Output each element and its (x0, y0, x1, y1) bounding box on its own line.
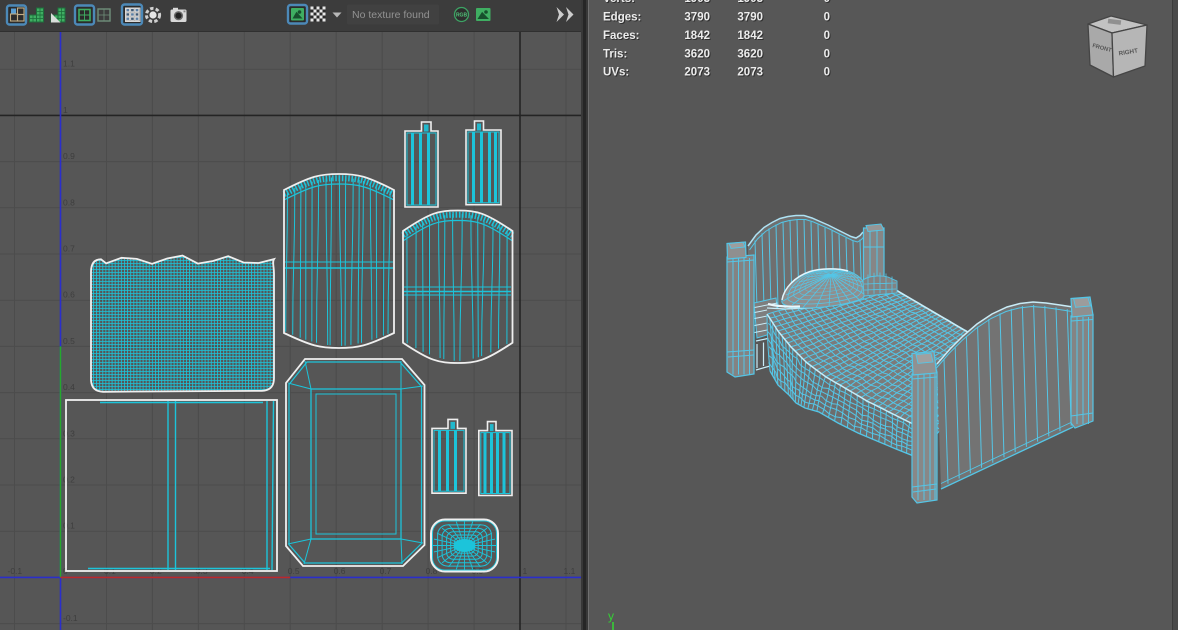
svg-text:1: 1 (63, 105, 68, 115)
svg-text:UVs:: UVs: (603, 67, 629, 79)
svg-text:0.5: 0.5 (63, 336, 75, 346)
svg-text:0: 0 (824, 12, 830, 24)
svg-text:0.7: 0.7 (380, 566, 392, 576)
svg-text:Faces:: Faces: (603, 30, 639, 42)
svg-text:0.8: 0.8 (63, 197, 75, 207)
svg-text:3620: 3620 (737, 49, 763, 61)
svg-text:1842: 1842 (737, 30, 763, 42)
svg-text:-0.1: -0.1 (8, 566, 23, 576)
svg-text:1903: 1903 (684, 0, 710, 5)
svg-text:3790: 3790 (684, 12, 710, 24)
svg-text:2073: 2073 (684, 67, 710, 79)
svg-text:2073: 2073 (737, 67, 763, 79)
svg-text:0.2: 0.2 (63, 475, 75, 485)
svg-text:1842: 1842 (684, 30, 710, 42)
svg-text:0: 0 (824, 0, 830, 5)
svg-text:1.1: 1.1 (63, 59, 75, 69)
svg-text:0.4: 0.4 (63, 382, 75, 392)
svg-text:1.1: 1.1 (564, 566, 576, 576)
svg-text:y: y (608, 609, 614, 623)
svg-text:0.1: 0.1 (63, 521, 75, 531)
svg-text:Tris:: Tris: (603, 49, 627, 61)
svg-text:0.7: 0.7 (63, 244, 75, 254)
svg-text:3790: 3790 (737, 12, 763, 24)
svg-text:3620: 3620 (684, 49, 710, 61)
svg-text:0.9: 0.9 (63, 151, 75, 161)
svg-text:1: 1 (523, 566, 528, 576)
svg-text:1903: 1903 (737, 0, 763, 5)
svg-text:Verts:: Verts: (603, 0, 635, 5)
svg-text:-0.1: -0.1 (63, 613, 78, 623)
svg-text:0.6: 0.6 (334, 566, 346, 576)
svg-text:0: 0 (824, 67, 830, 79)
svg-text:No texture found: No texture found (352, 9, 430, 21)
svg-text:RGB: RGB (456, 13, 468, 19)
svg-text:0.3: 0.3 (63, 428, 75, 438)
svg-text:0.5: 0.5 (288, 566, 300, 576)
svg-text:0: 0 (824, 49, 830, 61)
svg-text:Edges:: Edges: (603, 12, 641, 24)
svg-text:0: 0 (824, 30, 830, 42)
svg-text:0.6: 0.6 (63, 290, 75, 300)
